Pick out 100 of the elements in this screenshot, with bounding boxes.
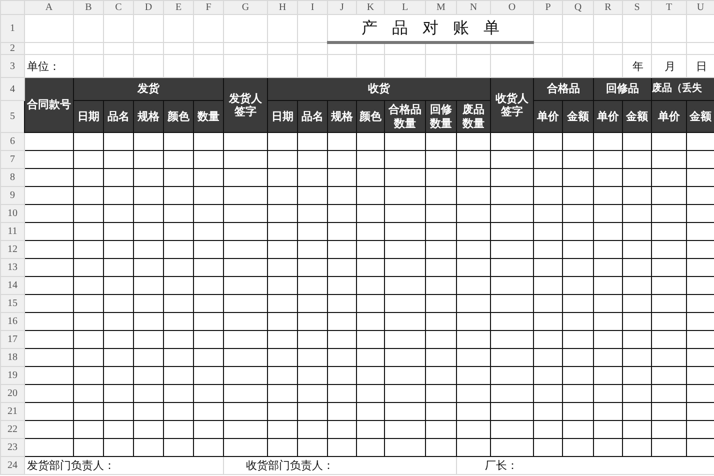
table-cell	[24, 132, 74, 150]
table-cell	[74, 348, 104, 366]
table-cell	[490, 222, 534, 240]
table-cell	[328, 240, 356, 258]
table-cell	[24, 240, 74, 258]
header-cell: 发货	[74, 78, 224, 100]
table-cell	[456, 186, 490, 204]
table-cell	[134, 204, 164, 222]
table-cell	[652, 258, 686, 276]
table-cell	[356, 330, 384, 348]
table-cell	[534, 258, 562, 276]
row-number: 6	[0, 132, 24, 150]
table-cell	[268, 168, 298, 186]
table-cell	[562, 330, 594, 348]
table-cell	[652, 384, 686, 402]
table-cell	[328, 348, 356, 366]
table-cell	[562, 402, 594, 420]
table-cell	[74, 384, 104, 402]
column-header: J	[328, 0, 356, 14]
table-cell	[426, 132, 456, 150]
table-cell	[456, 420, 490, 438]
table-cell	[268, 204, 298, 222]
table-cell	[104, 420, 134, 438]
header-cell: 单价	[652, 100, 686, 132]
table-cell	[268, 366, 298, 384]
table-cell	[328, 132, 356, 150]
table-cell	[104, 204, 134, 222]
table-cell	[134, 240, 164, 258]
table-cell	[104, 366, 134, 384]
table-cell	[652, 186, 686, 204]
table-cell	[456, 330, 490, 348]
table-cell	[426, 312, 456, 330]
table-cell	[134, 402, 164, 420]
table-cell	[490, 186, 534, 204]
column-header: A	[24, 0, 74, 14]
column-header: D	[134, 0, 164, 14]
table-cell	[534, 348, 562, 366]
table-cell	[426, 186, 456, 204]
header-cell: 合格品	[534, 78, 594, 100]
row-number: 8	[0, 168, 24, 186]
row-number: 14	[0, 276, 24, 294]
table-cell	[562, 420, 594, 438]
table-cell	[164, 294, 194, 312]
table-cell	[298, 150, 328, 168]
table-cell	[622, 366, 652, 384]
table-cell	[490, 240, 534, 258]
table-cell	[298, 258, 328, 276]
table-cell	[164, 330, 194, 348]
table-cell	[224, 204, 268, 222]
table-cell	[24, 294, 74, 312]
table-cell	[74, 240, 104, 258]
table-cell	[298, 204, 328, 222]
table-cell	[426, 222, 456, 240]
column-header: U	[686, 0, 714, 14]
table-cell	[534, 384, 562, 402]
table-cell	[426, 384, 456, 402]
table-cell	[356, 312, 384, 330]
table-cell	[328, 438, 356, 456]
table-cell	[356, 186, 384, 204]
table-cell	[356, 240, 384, 258]
table-cell	[622, 258, 652, 276]
table-cell	[456, 168, 490, 186]
table-cell	[164, 312, 194, 330]
row-number: 2	[0, 42, 24, 54]
table-cell	[622, 276, 652, 294]
table-cell	[356, 420, 384, 438]
table-cell	[562, 204, 594, 222]
table-cell	[328, 168, 356, 186]
table-cell	[594, 168, 622, 186]
table-cell	[134, 366, 164, 384]
table-cell	[134, 222, 164, 240]
row-number: 13	[0, 258, 24, 276]
table-cell	[74, 258, 104, 276]
table-cell	[268, 186, 298, 204]
header-cell: 金额	[562, 100, 594, 132]
table-cell	[652, 366, 686, 384]
column-header: R	[594, 0, 622, 14]
table-cell	[268, 438, 298, 456]
table-cell	[490, 348, 534, 366]
table-cell	[268, 132, 298, 150]
table-cell	[298, 402, 328, 420]
table-cell	[426, 402, 456, 420]
table-cell	[534, 204, 562, 222]
table-cell	[384, 240, 426, 258]
table-cell	[490, 294, 534, 312]
table-cell	[164, 204, 194, 222]
table-cell	[104, 330, 134, 348]
table-cell	[594, 258, 622, 276]
header-cell: 收货人签字	[490, 78, 534, 132]
table-cell	[194, 186, 224, 204]
table-cell	[74, 186, 104, 204]
table-cell	[24, 420, 74, 438]
table-cell	[562, 222, 594, 240]
table-cell	[194, 132, 224, 150]
table-cell	[268, 258, 298, 276]
table-cell	[534, 366, 562, 384]
table-cell	[328, 366, 356, 384]
table-cell	[456, 240, 490, 258]
table-cell	[456, 258, 490, 276]
table-cell	[534, 168, 562, 186]
